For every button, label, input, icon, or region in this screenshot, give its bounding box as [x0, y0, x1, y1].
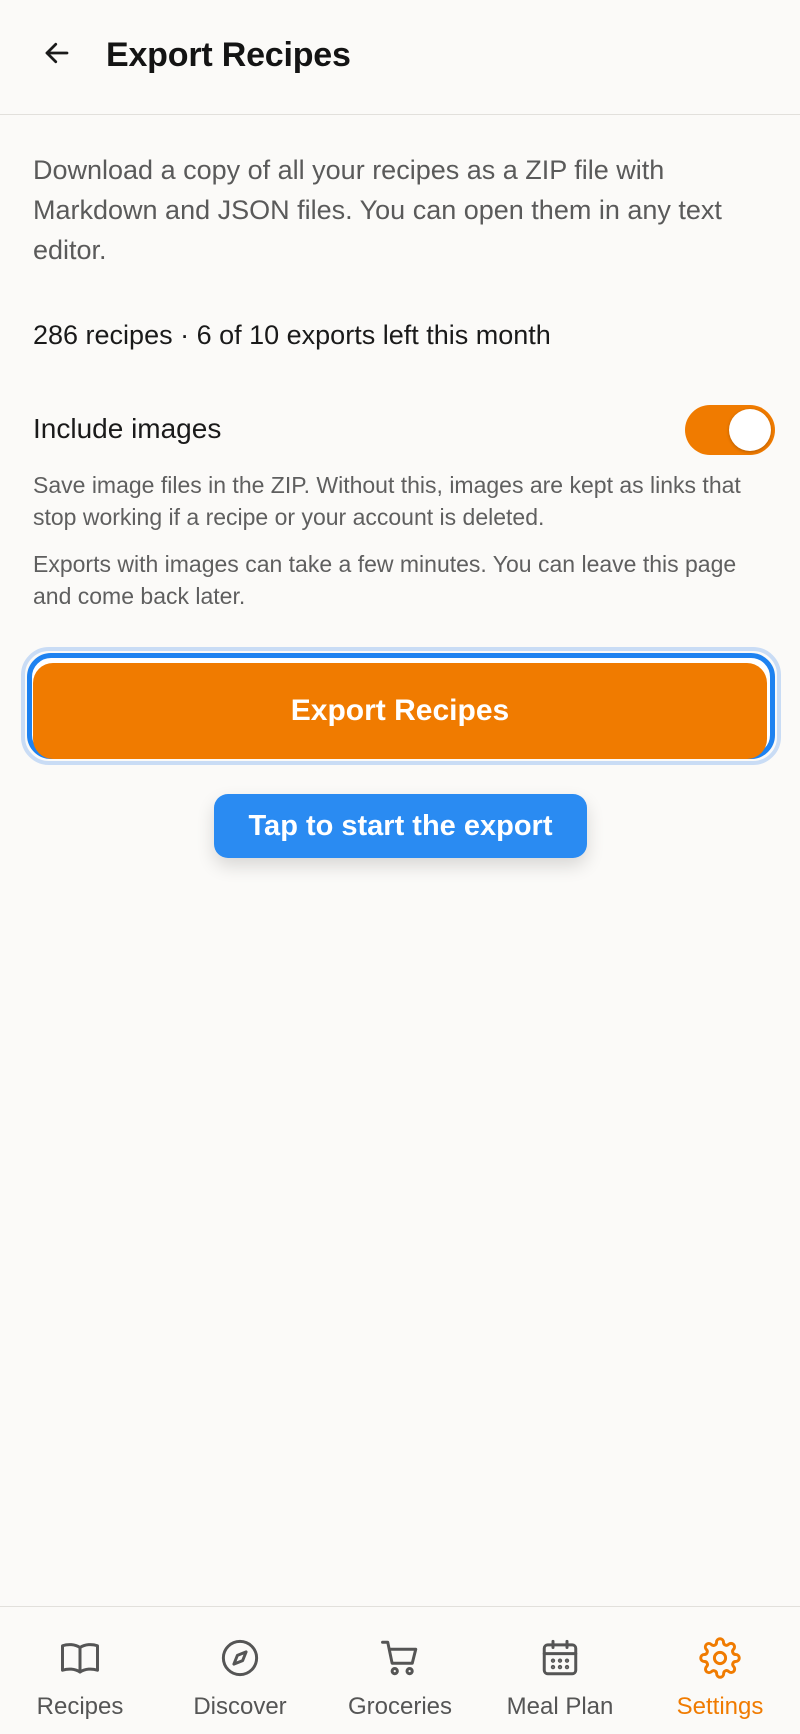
bottom-nav: Recipes Discover Groceries Meal Plan Set…: [0, 1606, 800, 1734]
include-images-row: Include images: [33, 405, 775, 455]
export-time-note: Exports with images can take a few minut…: [33, 551, 737, 609]
back-button[interactable]: [36, 32, 78, 74]
nav-item-discover[interactable]: Discover: [160, 1607, 320, 1734]
gear-icon: [699, 1637, 741, 1679]
app-header: Export Recipes: [0, 0, 800, 115]
cart-icon: [379, 1637, 421, 1679]
calendar-icon: [539, 1637, 581, 1679]
nav-item-groceries[interactable]: Groceries: [320, 1607, 480, 1734]
compass-icon: [219, 1637, 261, 1679]
nav-label: Groceries: [347, 1693, 453, 1720]
export-stats: 286 recipes · 6 of 10 exports left this …: [33, 320, 551, 350]
nav-item-settings[interactable]: Settings: [640, 1607, 800, 1734]
include-images-help: Save image files in the ZIP. Without thi…: [33, 472, 741, 530]
toggle-knob: [729, 409, 771, 451]
include-images-label: Include images: [33, 413, 222, 444]
export-recipes-button[interactable]: Export Recipes: [33, 663, 767, 759]
include-images-toggle[interactable]: [685, 405, 775, 455]
nav-label: Meal Plan: [506, 1693, 614, 1720]
nav-item-recipes[interactable]: Recipes: [0, 1607, 160, 1734]
export-tooltip: Tap to start the export: [214, 794, 587, 858]
arrow-left-icon: [45, 42, 69, 64]
page-title: Export Recipes: [106, 36, 351, 74]
export-description: Download a copy of all your recipes as a…: [33, 155, 722, 265]
nav-item-meal-plan[interactable]: Meal Plan: [480, 1607, 640, 1734]
nav-label: Discover: [193, 1693, 287, 1720]
book-icon: [59, 1637, 101, 1679]
nav-label: Recipes: [36, 1693, 124, 1720]
export-content: Download a copy of all your recipes as a…: [33, 115, 775, 609]
nav-label: Settings: [676, 1693, 764, 1720]
